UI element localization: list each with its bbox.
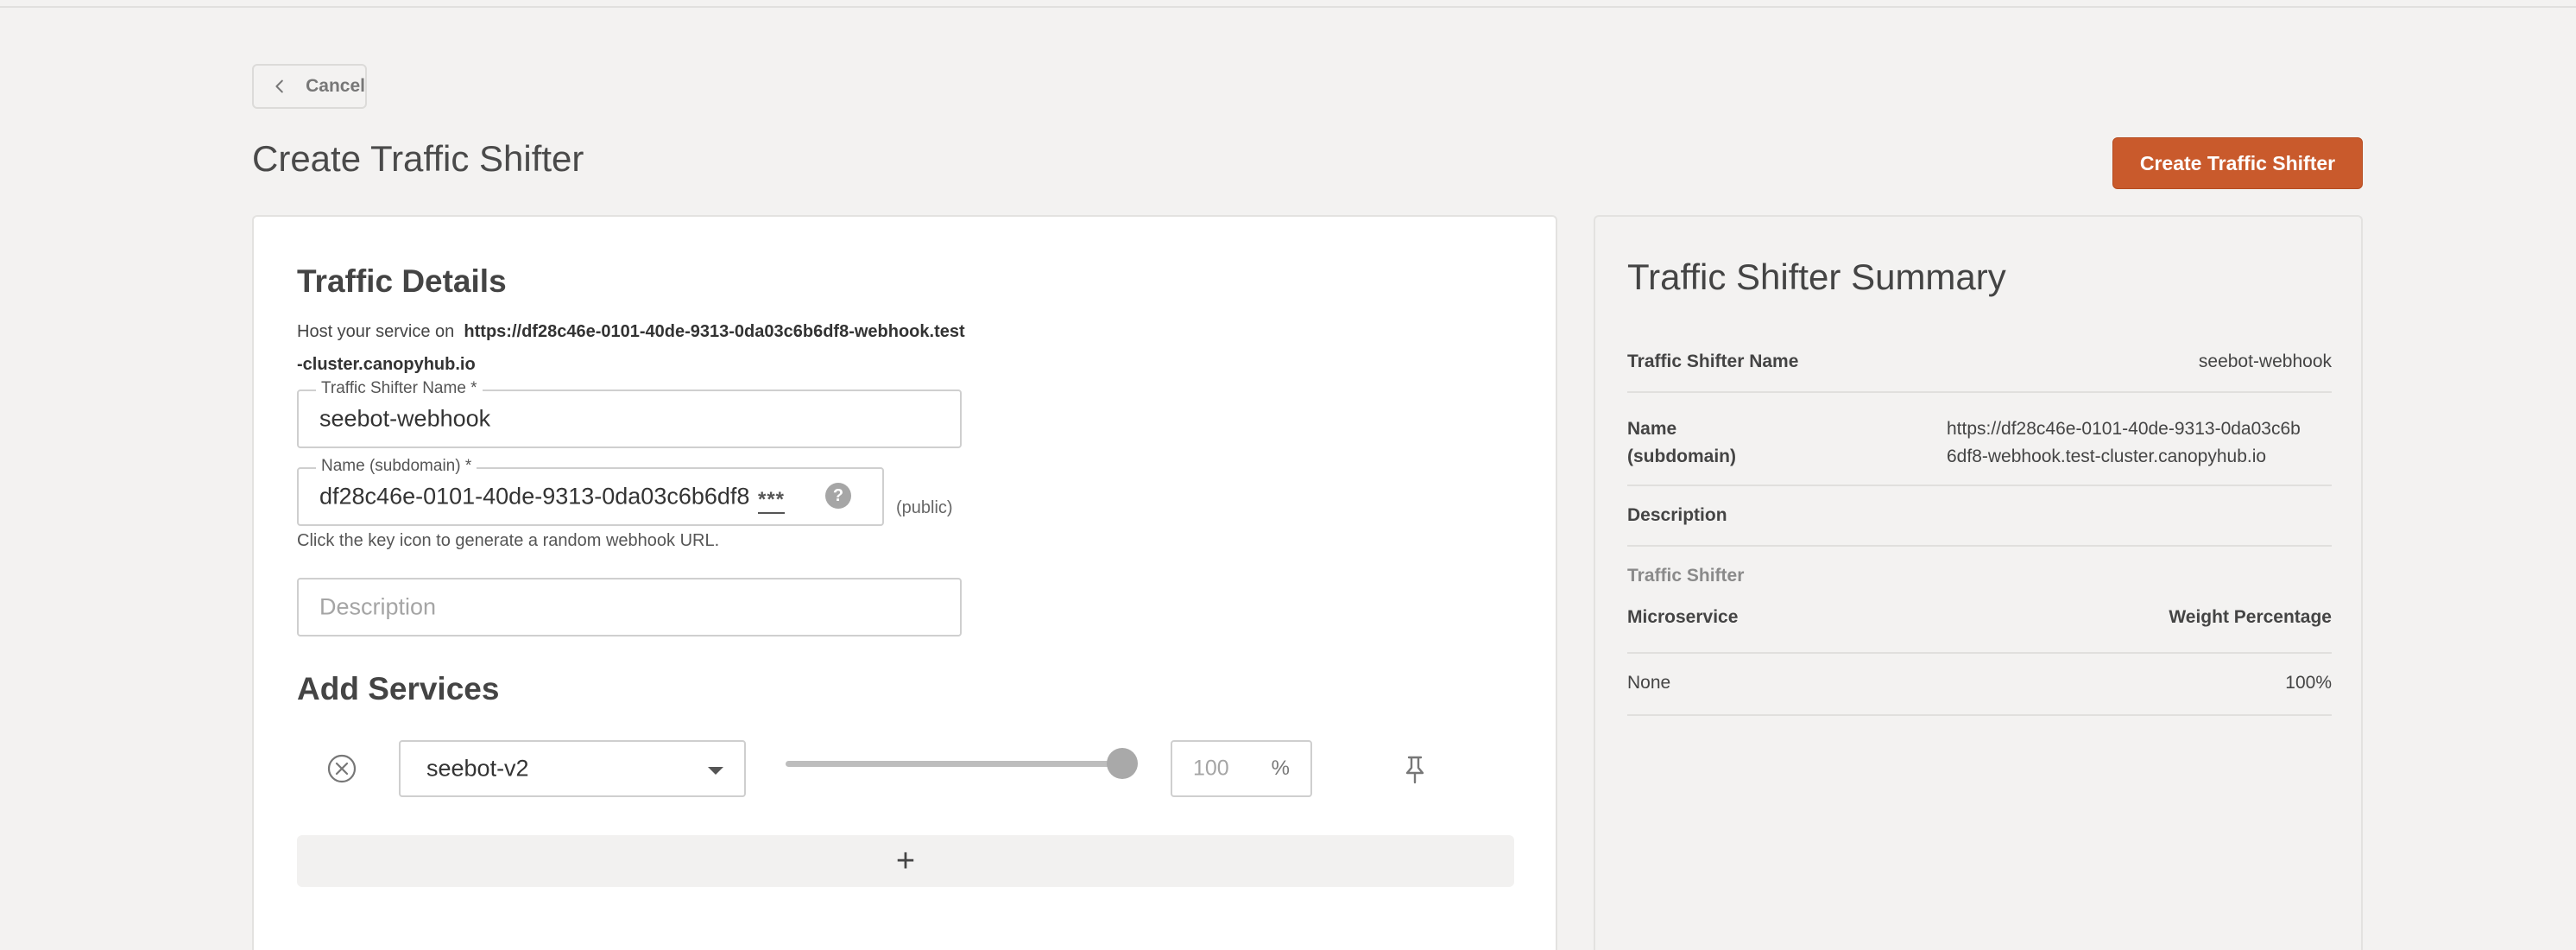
summary-name-key: Traffic Shifter Name: [1627, 352, 1799, 371]
add-services-title: Add Services: [297, 671, 500, 706]
dropdown-caret-icon: [708, 767, 723, 775]
service-select-value: seebot-v2: [426, 755, 529, 782]
traffic-details-title: Traffic Details: [297, 263, 507, 299]
plus-icon: +: [895, 843, 916, 879]
summary-col-microservice: Microservice: [1627, 607, 1739, 627]
summary-row-service: None: [1627, 673, 1671, 693]
summary-row-description: Description: [1627, 486, 2332, 547]
traffic-shifter-name-field[interactable]: Traffic Shifter Name * seebot-webhook: [297, 379, 962, 448]
traffic-shifter-name-value: seebot-webhook: [319, 405, 491, 432]
traffic-details-card: Traffic Details Host your service on htt…: [252, 215, 1557, 950]
weight-slider-thumb[interactable]: [1107, 748, 1138, 779]
summary-table-header: Microservice Weight Percentage: [1627, 593, 2332, 654]
traffic-shifter-name-label: Traffic Shifter Name *: [316, 379, 483, 398]
cancel-button[interactable]: Cancel: [252, 64, 367, 109]
description-field[interactable]: Description: [297, 578, 962, 636]
public-label: (public): [896, 498, 953, 517]
key-hint-text: Click the key icon to generate a random …: [297, 531, 720, 550]
host-prefix: Host your service on: [297, 322, 455, 341]
summary-title: Traffic Shifter Summary: [1627, 256, 2006, 297]
description-placeholder: Description: [319, 593, 437, 620]
pin-icon[interactable]: [1402, 754, 1428, 785]
weight-value: 100: [1193, 756, 1229, 781]
summary-col-weight: Weight Percentage: [2169, 607, 2332, 627]
cancel-label: Cancel: [306, 76, 365, 96]
summary-table-row: None 100%: [1627, 654, 2332, 716]
summary-subdomain-value-2: 6df8-webhook.test-cluster.canopyhub.io: [1947, 446, 2267, 466]
summary-row-subdomain: Name (subdomain) https://df28c46e-0101-4…: [1627, 393, 2332, 486]
subdomain-value: df28c46e-0101-40de-9313-0da03c6b6df8: [319, 483, 750, 510]
service-select[interactable]: seebot-v2: [399, 740, 746, 797]
subdomain-field[interactable]: Name (subdomain) * df28c46e-0101-40de-93…: [297, 457, 884, 526]
summary-panel: Traffic Shifter Summary Traffic Shifter …: [1594, 215, 2363, 950]
weight-slider-track[interactable]: [786, 761, 1122, 767]
summary-subdomain-key-2: (subdomain): [1627, 446, 1736, 466]
help-icon[interactable]: ?: [825, 483, 851, 509]
summary-name-value: seebot-webhook: [2198, 352, 2332, 371]
create-traffic-shifter-button[interactable]: Create Traffic Shifter: [2112, 137, 2363, 189]
add-service-button[interactable]: +: [297, 835, 1514, 887]
summary-subdomain-key-1: Name: [1627, 419, 1677, 439]
page-title: Create Traffic Shifter: [252, 138, 584, 179]
remove-service-icon[interactable]: [326, 753, 357, 784]
summary-row-weight: 100%: [2285, 673, 2332, 693]
key-icon[interactable]: ***: [758, 488, 786, 514]
chevron-left-icon: [275, 79, 283, 93]
subdomain-label: Name (subdomain) *: [316, 457, 477, 476]
weight-unit: %: [1271, 757, 1290, 780]
top-divider: [0, 6, 2576, 8]
summary-row-name: Traffic Shifter Name seebot-webhook: [1627, 345, 2332, 393]
summary-traffic-shifter-label: Traffic Shifter: [1627, 566, 1745, 586]
summary-description-key: Description: [1627, 505, 1727, 525]
summary-subdomain-value-1: https://df28c46e-0101-40de-9313-0da03c6b: [1947, 419, 2301, 439]
host-info: Host your service on https://df28c46e-01…: [297, 315, 970, 381]
weight-input[interactable]: 100 %: [1171, 740, 1312, 797]
